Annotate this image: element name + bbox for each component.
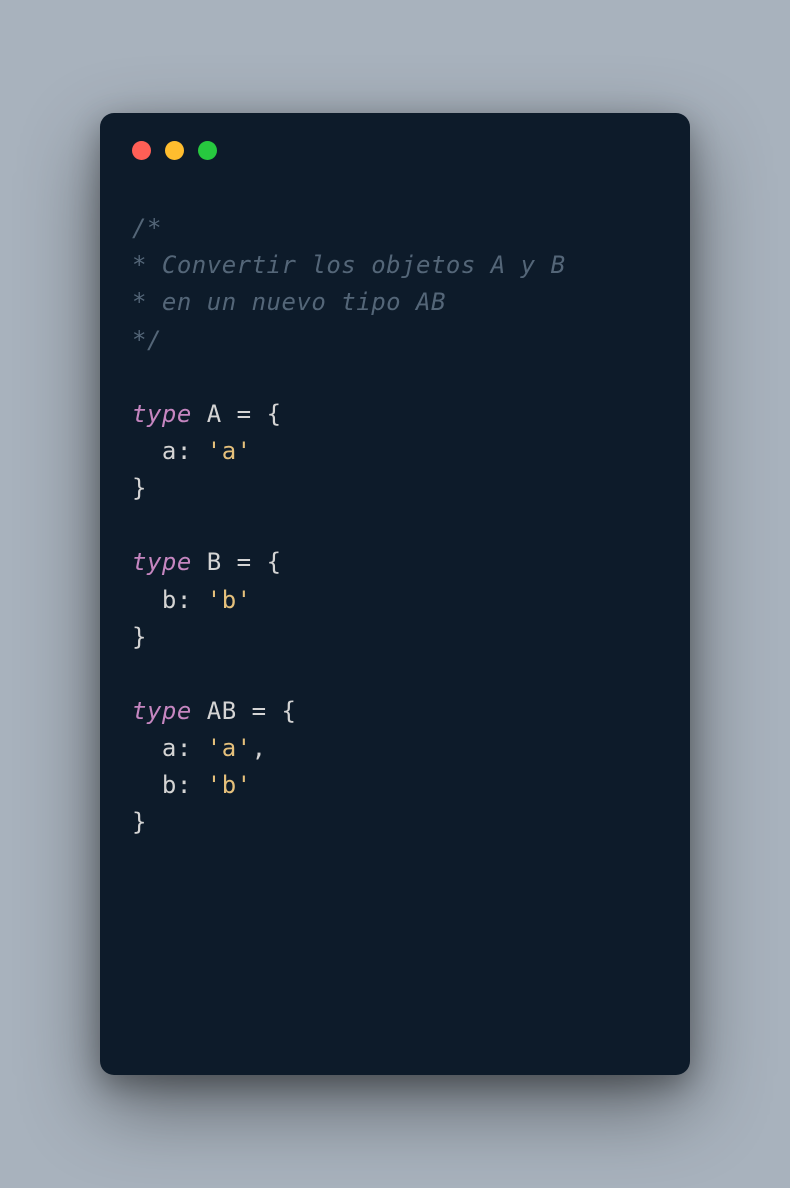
close-brace: } <box>132 474 147 502</box>
type-declaration: type A = { <box>132 396 658 433</box>
type-property: b: 'b' <box>132 582 658 619</box>
comma: , <box>252 734 267 762</box>
code-window: /* * Convertir los objetos A y B * en un… <box>100 113 690 1075</box>
string-literal: 'a' <box>207 734 252 762</box>
type-declaration: type AB = { <box>132 693 658 730</box>
property-name: b <box>162 586 177 614</box>
colon: : <box>177 437 207 465</box>
keyword-type: type <box>132 548 192 576</box>
close-brace-line: } <box>132 619 658 656</box>
property-name: b <box>162 771 177 799</box>
minimize-icon[interactable] <box>165 141 184 160</box>
equals: = <box>237 400 267 428</box>
type-property: b: 'b' <box>132 767 658 804</box>
keyword-type: type <box>132 697 192 725</box>
close-brace: } <box>132 808 147 836</box>
colon: : <box>177 586 207 614</box>
type-name: AB <box>192 697 252 725</box>
type-declaration: type B = { <box>132 544 658 581</box>
indent <box>132 586 162 614</box>
equals: = <box>237 548 267 576</box>
open-brace: { <box>267 400 282 428</box>
indent <box>132 734 162 762</box>
colon: : <box>177 771 207 799</box>
type-property: a: 'a' <box>132 433 658 470</box>
string-literal: 'b' <box>207 771 252 799</box>
open-brace: { <box>282 697 297 725</box>
string-literal: 'b' <box>207 586 252 614</box>
equals: = <box>252 697 282 725</box>
traffic-lights <box>100 141 690 160</box>
comment-line: * Convertir los objetos A y B <box>132 247 658 284</box>
close-brace-line: } <box>132 804 658 841</box>
property-name: a <box>162 734 177 762</box>
blank-line <box>132 507 658 544</box>
indent <box>132 771 162 799</box>
colon: : <box>177 734 207 762</box>
property-name: a <box>162 437 177 465</box>
close-brace: } <box>132 623 147 651</box>
blank-line <box>132 656 658 693</box>
type-name: B <box>192 548 237 576</box>
string-literal: 'a' <box>207 437 252 465</box>
comment-line: * en un nuevo tipo AB <box>132 284 658 321</box>
type-name: A <box>192 400 237 428</box>
type-property: a: 'a', <box>132 730 658 767</box>
code-block: /* * Convertir los objetos A y B * en un… <box>100 210 690 842</box>
open-brace: { <box>267 548 282 576</box>
close-icon[interactable] <box>132 141 151 160</box>
comment-line: */ <box>132 322 658 359</box>
maximize-icon[interactable] <box>198 141 217 160</box>
blank-line <box>132 359 658 396</box>
close-brace-line: } <box>132 470 658 507</box>
keyword-type: type <box>132 400 192 428</box>
indent <box>132 437 162 465</box>
comment-line: /* <box>132 210 658 247</box>
